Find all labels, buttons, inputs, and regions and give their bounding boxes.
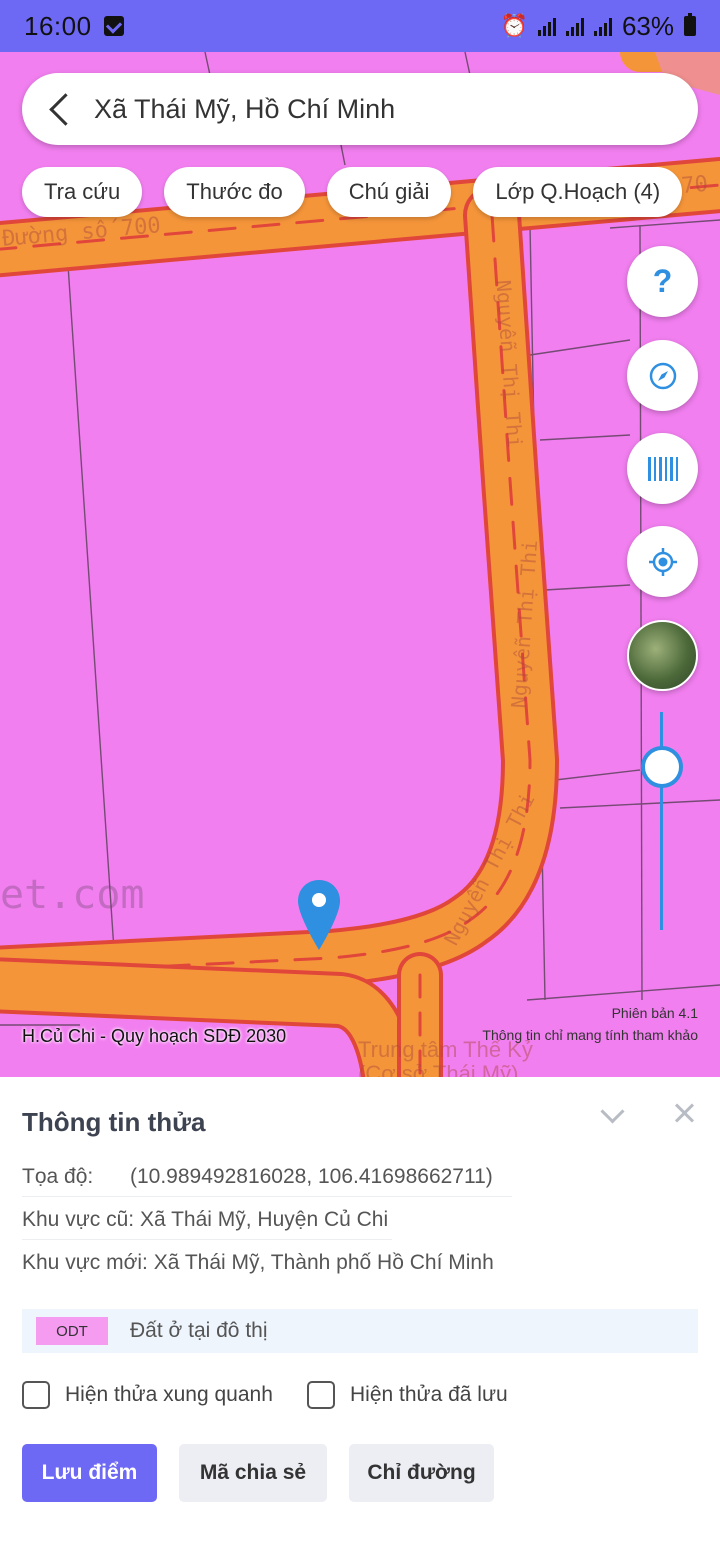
chip-planning-layers[interactable]: Lớp Q.Hoạch (4) xyxy=(473,167,683,217)
back-arrow-icon[interactable] xyxy=(22,73,92,145)
checkbox-label: Hiện thửa đã lưu xyxy=(350,1383,508,1406)
chip-lookup[interactable]: Tra cứu xyxy=(22,167,143,217)
poi-line-2: (Cơ sở Thái Mỹ) xyxy=(358,1061,519,1078)
barcode-button[interactable] xyxy=(627,433,698,504)
barcode-icon xyxy=(647,456,678,481)
new-area-row: Khu vực mới: Xã Thái Mỹ, Thành phố Hồ Ch… xyxy=(22,1251,494,1274)
battery-icon xyxy=(684,13,696,36)
compass-icon xyxy=(649,362,676,389)
version-text: Phiên bản 4.1 xyxy=(611,1005,698,1021)
coordinate-label: Tọa độ: xyxy=(22,1164,94,1188)
compass-button[interactable] xyxy=(627,340,698,411)
satellite-layer-button[interactable] xyxy=(627,620,698,691)
signal-icon-2 xyxy=(593,16,612,36)
landuse-code-badge: ODT xyxy=(36,1317,108,1345)
parcel-info-panel: Thông tin thửa Tọa độ: (10.989492816028,… xyxy=(0,1077,720,1560)
directions-button[interactable]: Chỉ đường xyxy=(349,1444,494,1502)
location-pin-icon[interactable] xyxy=(296,878,342,952)
disclaimer-text: Thông tin chỉ mang tính tham khảo xyxy=(482,1027,698,1043)
crosshair-icon xyxy=(648,547,677,576)
save-point-button[interactable]: Lưu điểm xyxy=(22,1444,157,1502)
chevron-down-icon[interactable] xyxy=(600,1103,624,1127)
my-location-button[interactable] xyxy=(627,526,698,597)
checkbox[interactable] xyxy=(307,1381,335,1409)
map-watermark: et.com xyxy=(0,872,145,918)
zoom-slider-track[interactable] xyxy=(660,712,663,930)
map-tool-chips: Tra cứu Thước đo Chú giải Lớp Q.Hoạch (4… xyxy=(22,167,683,217)
status-icons: ⏰ 63% xyxy=(501,11,696,42)
alarm-icon: ⏰ xyxy=(500,13,528,38)
task-icon xyxy=(103,16,124,36)
chip-legend[interactable]: Chú giải xyxy=(326,167,452,217)
status-time: 16:00 xyxy=(24,10,92,41)
coordinate-value: (10.989492816028, 106.41698662711) xyxy=(130,1164,493,1188)
landuse-row: ODT Đất ở tại đô thị xyxy=(22,1309,698,1353)
location-search-bar[interactable]: Xã Thái Mỹ, Hồ Chí Minh xyxy=(22,73,698,145)
location-text[interactable]: Xã Thái Mỹ, Hồ Chí Minh xyxy=(94,94,395,125)
map-version-info: Phiên bản 4.1 Thông tin chỉ mang tính th… xyxy=(482,1002,698,1046)
signal-icon-1 xyxy=(565,16,584,36)
show-saved-parcels-toggle[interactable]: Hiện thửa đã lưu xyxy=(307,1381,508,1409)
show-nearby-parcels-toggle[interactable]: Hiện thửa xung quanh xyxy=(22,1381,273,1409)
checkbox-label: Hiện thửa xung quanh xyxy=(65,1383,273,1406)
share-code-button[interactable]: Mã chia sẻ xyxy=(179,1444,327,1502)
chip-ruler[interactable]: Thước đo xyxy=(164,167,305,217)
zoom-slider-handle[interactable] xyxy=(641,745,683,788)
close-icon[interactable] xyxy=(672,1101,696,1125)
old-area-row: Khu vực cũ: Xã Thái Mỹ, Huyện Củ Chi xyxy=(22,1200,392,1240)
panel-title: Thông tin thửa xyxy=(22,1107,206,1137)
coordinate-row: Tọa độ: (10.989492816028, 106.4169866271… xyxy=(22,1157,512,1197)
help-button[interactable]: ? xyxy=(627,246,698,317)
help-icon: ? xyxy=(652,263,673,299)
status-bar: 16:00 ⏰ 63% xyxy=(0,0,720,52)
battery-percent: 63% xyxy=(621,10,674,41)
landuse-name: Đất ở tại đô thị xyxy=(130,1319,268,1342)
wifi-icon xyxy=(537,16,556,36)
checkbox[interactable] xyxy=(22,1381,50,1409)
map-layer-name: H.Củ Chi - Quy hoạch SDĐ 2030 xyxy=(22,1026,287,1046)
